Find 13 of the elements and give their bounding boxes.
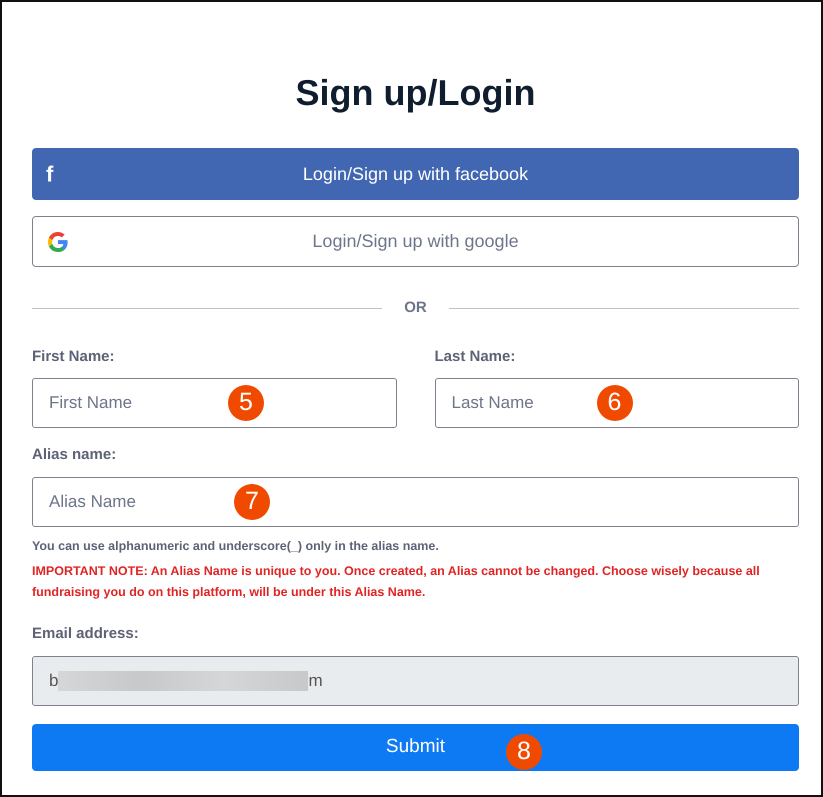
important-note: IMPORTANT NOTE: An Alias Name is unique to you. Once created, an Alias cannot be changed. Choose wisely because all fundraising you do on this platform, will be under this Alias Name.	[32, 563, 761, 602]
google-login-button[interactable]: Login/Sign up with google	[32, 216, 799, 267]
divider-label: OR	[404, 298, 427, 318]
facebook-icon: f	[46, 158, 54, 190]
page-title: Sign up/Login	[294, 71, 536, 115]
field-label: Last Name:	[434, 346, 516, 366]
field-label: Alias name:	[32, 445, 118, 465]
field-label: Email address:	[32, 624, 140, 644]
email-field: b m	[32, 656, 799, 706]
facebook-login-button[interactable]: f Login/Sign up with facebook	[32, 148, 799, 200]
field-label: First Name:	[32, 346, 116, 366]
help-text: You can use alphanumeric and underscore(_) only in the alias name.	[32, 538, 440, 555]
google-icon	[47, 230, 69, 252]
